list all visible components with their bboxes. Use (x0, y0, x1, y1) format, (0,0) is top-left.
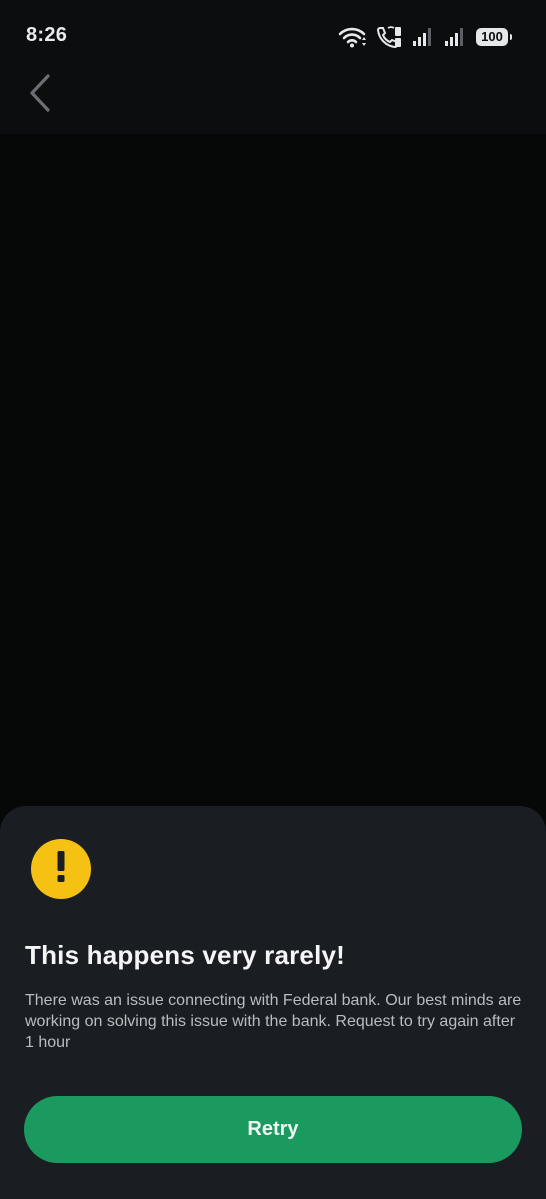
error-title: This happens very rarely! (25, 940, 346, 970)
app-screen: 8:26 100 This happens very rarely! There… (0, 0, 546, 1199)
retry-button[interactable]: Retry (24, 1096, 522, 1163)
signal-1-icon (412, 27, 434, 47)
exclamation-icon (54, 849, 68, 890)
status-time: 8:26 (26, 24, 68, 46)
status-bar: 8:26 100 (0, 0, 546, 72)
top-bar: 8:26 100 (0, 0, 546, 134)
chevron-left-icon (27, 73, 53, 118)
battery-icon: 100 (476, 28, 512, 46)
signal-2-icon (444, 27, 466, 47)
wifi-icon (338, 26, 366, 48)
status-icons: 100 (338, 24, 512, 50)
error-message: There was an issue connecting with Feder… (25, 992, 522, 1051)
wifi-calling-icon (376, 25, 402, 49)
back-button[interactable] (18, 70, 62, 120)
warning-badge (31, 839, 91, 899)
error-bottom-sheet: This happens very rarely! There was an i… (0, 806, 546, 1199)
